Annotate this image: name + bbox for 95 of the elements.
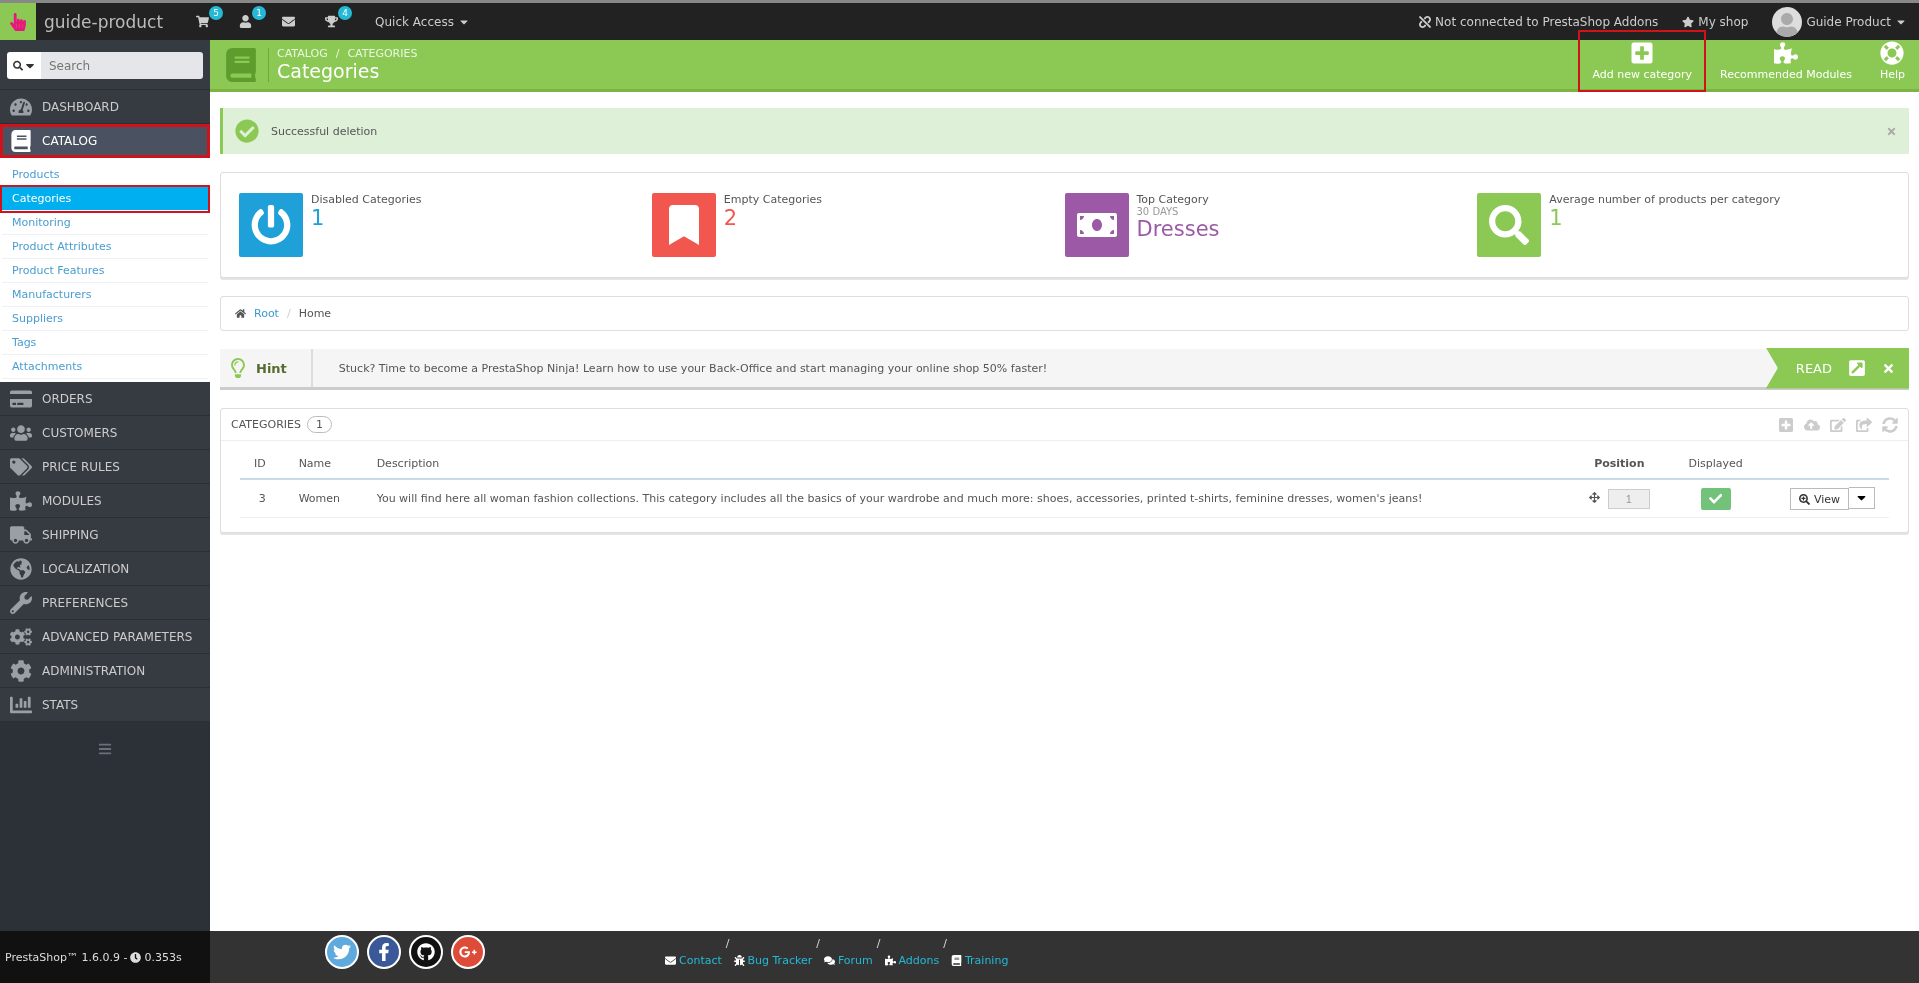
view-button[interactable]: View <box>1789 488 1849 511</box>
kpi-value: 1 <box>1549 206 1564 230</box>
kpi-value: 1 <box>311 206 326 230</box>
column-header: Position <box>1569 449 1670 479</box>
collapse-icon <box>98 742 112 756</box>
wrench-icon <box>8 591 34 614</box>
search-icon <box>13 58 23 73</box>
facebook-icon[interactable] <box>367 935 401 969</box>
sidebar-item[interactable]: CATALOG <box>0 124 210 158</box>
table-cell: 3 <box>240 479 285 518</box>
shop-name[interactable]: guide-product <box>44 11 164 32</box>
hint-label: Hint <box>256 360 287 376</box>
plus-icon <box>1630 40 1655 65</box>
magnifier-icon <box>1489 205 1530 245</box>
version-text: PrestaShop™ 1.6.0.9 - <box>5 950 128 964</box>
notification-button[interactable] <box>323 13 341 30</box>
footer-link[interactable]: Bug Tracker <box>733 937 813 983</box>
link-separator: / <box>943 937 947 952</box>
logo-icon <box>0 3 36 40</box>
kpi-label: Disabled Categories <box>311 193 422 206</box>
envelope-icon <box>665 954 676 966</box>
home-icon <box>235 308 246 319</box>
footer-link[interactable]: Forum <box>823 937 873 983</box>
credit-card-icon <box>8 387 34 410</box>
google-plus-icon[interactable] <box>451 935 485 969</box>
table-cell: You will find here all woman fashion collections. This category includes all the basics of your wardrobe and much more: shoes, accessories, printed t-shirts, feminine dresses, women's jeans! <box>362 479 1570 518</box>
column-header: Displayed <box>1669 449 1762 479</box>
cart-icon <box>196 15 210 28</box>
breadcrumb-separator: / <box>335 47 340 60</box>
hint-text: Stuck? Time to become a PrestaShop Ninja! Learn how to use your Back-Office and start managing your online shop 50% faster! <box>337 361 1049 375</box>
tags-icon <box>8 455 34 478</box>
panel-title: CATEGORIES <box>231 418 302 431</box>
lightbulb-icon <box>228 358 248 378</box>
dropdown-button[interactable] <box>1849 487 1875 509</box>
table-cell: Women <box>284 479 363 518</box>
kpi-label: Average number of products per category <box>1549 193 1781 206</box>
load-time: 0.353s <box>144 950 182 964</box>
bug-icon <box>733 954 745 966</box>
puzzle-icon <box>8 489 34 512</box>
breadcrumb-item: Home <box>298 307 332 320</box>
unlink-icon <box>1419 15 1432 28</box>
footer-link[interactable]: Addons <box>884 937 940 983</box>
breadcrumb-separator: / <box>286 307 291 320</box>
breadcrumb-link[interactable]: Root <box>254 307 279 320</box>
count-badge: 5 <box>209 6 224 20</box>
power-icon <box>251 205 291 245</box>
star-icon <box>1682 15 1695 28</box>
external-link-icon <box>1848 359 1866 377</box>
column-header: ID <box>240 449 285 479</box>
book-icon <box>950 954 962 966</box>
count-badge: 4 <box>338 6 353 20</box>
twitter-icon[interactable] <box>325 935 359 969</box>
globe-icon <box>8 557 34 580</box>
user-menu[interactable]: Guide Product <box>1772 6 1907 37</box>
alert-message: Successful deletion <box>271 124 379 138</box>
user-icon <box>239 15 253 28</box>
drag-handle-icon <box>1588 491 1600 503</box>
search-field[interactable]: Search <box>41 52 203 79</box>
addons-status-link[interactable]: Not connected to PrestaShop Addons <box>1419 14 1659 29</box>
lifebuoy-icon <box>1880 40 1905 65</box>
kpi-period: 30 DAYS <box>1136 206 1180 217</box>
footer-link[interactable]: Training <box>950 937 1009 983</box>
gears-icon <box>8 625 34 648</box>
quick-access-menu[interactable]: Quick Access <box>375 14 470 29</box>
clock-icon <box>130 951 142 963</box>
link-separator: / <box>816 937 820 952</box>
kpi-value: Dresses <box>1136 217 1220 241</box>
check-icon <box>1708 491 1723 506</box>
column-header: Name <box>284 449 363 479</box>
kpi-label: Empty Categories <box>723 193 822 206</box>
notification-button[interactable] <box>194 13 212 30</box>
kpi-value: 2 <box>723 206 739 230</box>
book-icon <box>8 129 34 152</box>
gear-icon <box>8 659 34 682</box>
column-header: Description <box>362 449 1570 479</box>
search-type-button[interactable] <box>7 52 41 79</box>
my-shop-link[interactable]: My shop <box>1682 14 1749 29</box>
chat-icon <box>823 954 835 966</box>
link-separator: / <box>725 937 730 952</box>
github-icon[interactable] <box>409 935 443 969</box>
trophy-icon <box>325 15 339 28</box>
zoom-icon <box>1798 493 1810 505</box>
displayed-toggle[interactable] <box>1700 487 1731 510</box>
kpi-label: Top Category <box>1136 193 1210 206</box>
avatar-icon <box>1772 6 1803 37</box>
puzzle-icon <box>1774 40 1798 65</box>
envelope-icon <box>282 15 296 28</box>
link-separator: / <box>876 937 881 952</box>
count-badge: 1 <box>252 6 267 20</box>
footer-link[interactable]: Contact <box>665 937 722 983</box>
submenu-item[interactable]: Monitoring <box>2 211 208 235</box>
puzzle-icon <box>884 954 896 966</box>
page-title: Categories <box>277 60 381 82</box>
truck-icon <box>8 523 34 546</box>
book-icon <box>224 47 269 82</box>
